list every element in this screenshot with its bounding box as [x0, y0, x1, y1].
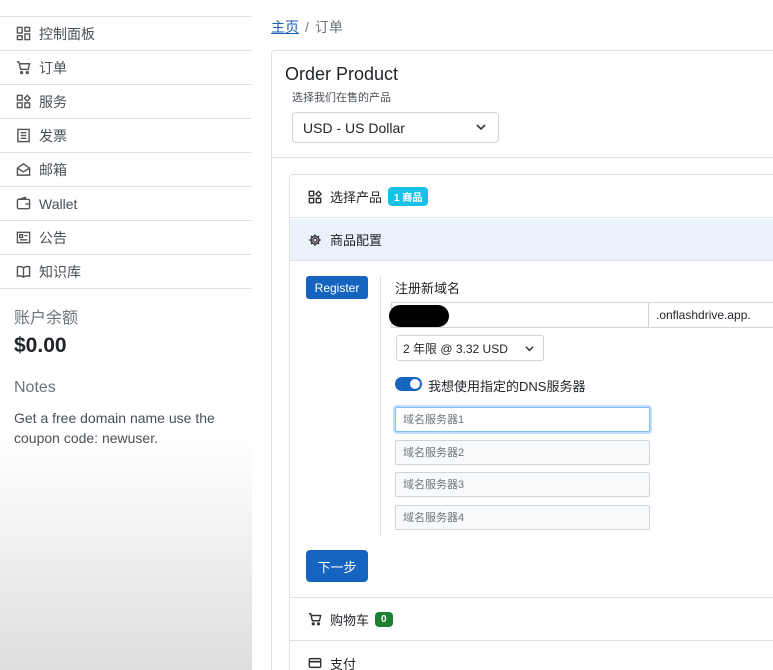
step-cart[interactable]: 购物车 0 — [290, 597, 773, 641]
redacted-domain — [389, 305, 449, 327]
sidebar-item-invoices[interactable]: 发票 — [0, 119, 252, 153]
custom-dns-toggle[interactable] — [395, 377, 422, 391]
sidebar-item-announcements[interactable]: 公告 — [0, 221, 252, 255]
step-label: 商品配置 — [330, 233, 383, 248]
notes-text: Get a free domain name use the coupon co… — [14, 410, 215, 446]
step-label: 支付 — [330, 656, 357, 670]
nameserver-4-input[interactable] — [395, 505, 650, 530]
services-icon — [308, 189, 322, 203]
step-label: 选择产品 — [330, 190, 383, 205]
sidebar-item-label: 控制面板 — [39, 25, 95, 42]
sidebar-item-label: 订单 — [39, 59, 67, 76]
breadcrumb-current: 订单 — [314, 19, 343, 35]
sidebar-item-label: 知识库 — [39, 263, 81, 280]
domain-suffix: .onflashdrive.app. — [648, 303, 773, 327]
sidebar-item-label: 公告 — [39, 229, 67, 246]
cart-icon — [308, 613, 322, 626]
dashboard-icon — [16, 26, 31, 41]
chevron-down-icon — [476, 124, 486, 131]
sidebar-item-wallet[interactable]: Wallet — [0, 187, 252, 221]
sidebar-item-orders[interactable]: 订单 — [0, 51, 252, 85]
sidebar: 控制面板 订单 服务 发票 邮箱 Wallet 公告 知识库 账户余额 $0.0… — [0, 0, 252, 670]
step-label: 购物车 — [330, 612, 370, 628]
cart-icon — [16, 60, 31, 75]
breadcrumb: 主页 / 订单 — [271, 19, 343, 35]
mail-icon — [16, 162, 31, 177]
step-payment[interactable]: 支付 — [290, 642, 773, 670]
sidebar-item-dashboard[interactable]: 控制面板 — [0, 17, 252, 51]
sidebar-item-mail[interactable]: 邮箱 — [0, 153, 252, 187]
registration-period-value: 2 年限 @ 3.32 USD — [403, 341, 508, 356]
page-title: Order Product — [285, 64, 399, 84]
services-icon — [16, 94, 31, 109]
breadcrumb-home-link[interactable]: 主页 — [271, 19, 299, 35]
sidebar-item-services[interactable]: 服务 — [0, 85, 252, 119]
credit-card-icon — [308, 657, 322, 669]
page-subtitle: 选择我们在售的产品 — [292, 92, 391, 104]
register-tab[interactable]: Register — [306, 276, 368, 299]
wallet-icon — [16, 196, 31, 211]
gear-icon — [309, 233, 321, 246]
sidebar-item-label: 发票 — [39, 127, 67, 144]
announcement-icon — [16, 230, 31, 245]
next-button[interactable]: 下一步 — [306, 550, 368, 582]
chevron-down-icon — [525, 346, 534, 352]
knowledgebase-icon — [16, 264, 31, 279]
balance-value: $0.00 — [14, 334, 67, 357]
sidebar-item-label: 服务 — [39, 93, 67, 110]
invoice-icon — [16, 128, 31, 143]
notes-label: Notes — [14, 379, 56, 396]
cart-count-badge: 0 — [375, 611, 393, 627]
nameserver-3-input[interactable] — [395, 472, 650, 497]
sidebar-item-label: Wallet — [39, 195, 78, 212]
currency-select-value: USD - US Dollar — [303, 119, 405, 136]
currency-select[interactable]: USD - US Dollar — [292, 112, 499, 143]
step-select-product[interactable]: 选择产品 1 商品 — [290, 176, 773, 218]
registration-period-select[interactable]: 2 年限 @ 3.32 USD — [396, 335, 544, 361]
sidebar-item-knowledgebase[interactable]: 知识库 — [0, 255, 252, 289]
nameserver-2-input[interactable] — [395, 440, 650, 465]
product-count-badge: 1 商品 — [388, 187, 429, 206]
balance-label: 账户余额 — [14, 310, 79, 327]
nameserver-1-input[interactable] — [395, 407, 650, 432]
step-configure[interactable]: 商品配置 — [290, 219, 773, 261]
sidebar-item-label: 邮箱 — [39, 161, 67, 178]
custom-dns-toggle-label: 我想使用指定的DNS服务器 — [428, 379, 586, 394]
register-domain-label: 注册新域名 — [395, 281, 461, 296]
